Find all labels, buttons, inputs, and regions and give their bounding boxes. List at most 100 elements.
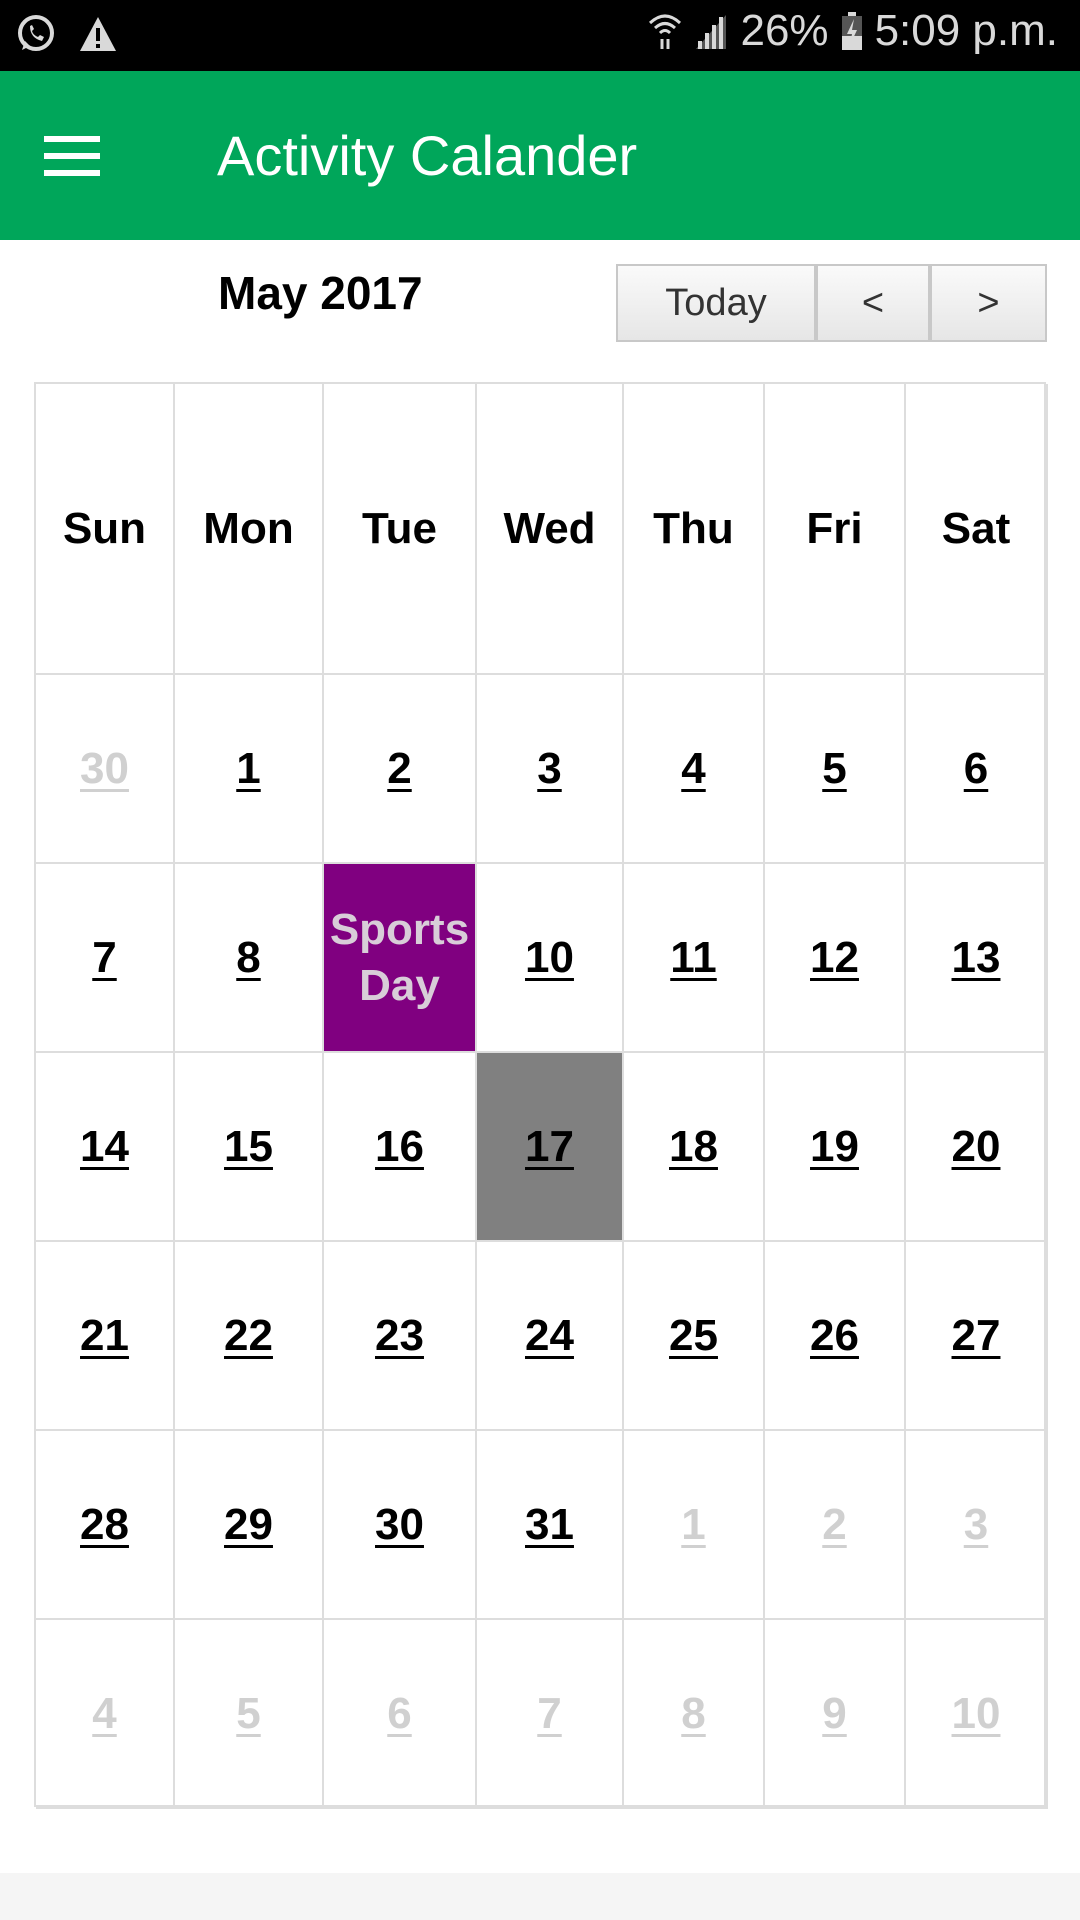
day-cell[interactable]: 7 (36, 864, 175, 1053)
day-number-link[interactable]: 28 (80, 1500, 129, 1550)
day-number-link[interactable]: 6 (964, 744, 988, 794)
clock: 5:09 p.m. (874, 6, 1058, 55)
day-cell[interactable]: 30 (324, 1431, 477, 1620)
day-number-link[interactable]: 11 (670, 933, 717, 983)
day-number-link[interactable]: 31 (525, 1500, 574, 1550)
day-number-link[interactable]: 3 (964, 1500, 988, 1550)
day-number-link[interactable]: 21 (80, 1311, 129, 1361)
warning-icon (80, 17, 116, 51)
day-number-link[interactable]: 3 (537, 744, 561, 794)
status-bar: 26% 5:09 p.m. (0, 0, 1080, 71)
day-cell[interactable]: 29 (175, 1431, 324, 1620)
prev-month-button[interactable]: < (816, 264, 930, 342)
day-number-link[interactable]: 16 (375, 1122, 424, 1172)
day-number-link[interactable]: 5 (822, 744, 846, 794)
weekday-header: Fri (765, 384, 906, 675)
day-number-link[interactable]: 22 (224, 1311, 273, 1361)
battery-charging-icon (841, 12, 862, 50)
day-number-link[interactable]: 27 (952, 1311, 1001, 1361)
day-cell[interactable]: 24 (477, 1242, 624, 1431)
day-number-link[interactable]: 20 (952, 1122, 1001, 1172)
day-cell[interactable]: 23 (324, 1242, 477, 1431)
day-cell[interactable]: 13 (906, 864, 1048, 1053)
day-cell[interactable]: 20 (906, 1053, 1048, 1242)
day-cell[interactable]: 19 (765, 1053, 906, 1242)
day-cell[interactable]: 30 (36, 675, 175, 864)
day-number-link[interactable]: 4 (681, 744, 705, 794)
day-cell[interactable]: 21 (36, 1242, 175, 1431)
day-number-link[interactable]: 4 (92, 1689, 116, 1739)
day-cell[interactable]: 11 (624, 864, 765, 1053)
day-cell[interactable]: 9 (765, 1620, 906, 1809)
day-number-link[interactable]: 8 (236, 933, 260, 983)
day-cell[interactable]: 12 (765, 864, 906, 1053)
hamburger-menu-icon[interactable] (44, 136, 100, 176)
next-month-button[interactable]: > (930, 264, 1047, 342)
day-number-link[interactable]: 7 (537, 1689, 561, 1739)
day-cell[interactable]: 8 (175, 864, 324, 1053)
day-cell[interactable]: 6 (906, 675, 1048, 864)
day-cell[interactable]: 14 (36, 1053, 175, 1242)
day-cell[interactable]: 26 (765, 1242, 906, 1431)
day-number-link[interactable]: 7 (92, 933, 116, 983)
event-cell[interactable]: Sports Day (324, 864, 477, 1053)
day-number-link[interactable]: 13 (952, 933, 1001, 983)
day-cell[interactable]: 22 (175, 1242, 324, 1431)
day-cell[interactable]: 8 (624, 1620, 765, 1809)
day-cell[interactable]: 3 (906, 1431, 1048, 1620)
app-bar: Activity Calander (0, 71, 1080, 240)
today-button[interactable]: Today (616, 264, 816, 342)
day-number-link[interactable]: 9 (822, 1689, 846, 1739)
day-number-link[interactable]: 8 (681, 1689, 705, 1739)
app-title: Activity Calander (217, 124, 638, 187)
day-cell[interactable]: 27 (906, 1242, 1048, 1431)
today-cell[interactable]: 17 (477, 1053, 624, 1242)
day-number-link[interactable]: 1 (681, 1500, 705, 1550)
day-number-link[interactable]: 5 (236, 1689, 260, 1739)
day-number-link[interactable]: 17 (525, 1122, 574, 1172)
day-cell[interactable]: 5 (765, 675, 906, 864)
day-number-link[interactable]: 1 (236, 744, 260, 794)
day-cell[interactable]: 10 (906, 1620, 1048, 1809)
day-cell[interactable]: 2 (765, 1431, 906, 1620)
day-number-link[interactable]: 26 (810, 1311, 859, 1361)
day-number-link[interactable]: 14 (80, 1122, 129, 1172)
day-cell[interactable]: 7 (477, 1620, 624, 1809)
day-number-link[interactable]: 10 (952, 1689, 1001, 1739)
day-cell[interactable]: 4 (624, 675, 765, 864)
day-cell[interactable]: 31 (477, 1431, 624, 1620)
weekday-header: Mon (175, 384, 324, 675)
day-cell[interactable]: 1 (175, 675, 324, 864)
day-cell[interactable]: 16 (324, 1053, 477, 1242)
event-label[interactable]: Sports Day (324, 902, 475, 1014)
signal-icon (696, 15, 727, 49)
day-cell[interactable]: 1 (624, 1431, 765, 1620)
day-cell[interactable]: 4 (36, 1620, 175, 1809)
day-number-link[interactable]: 23 (375, 1311, 424, 1361)
day-cell[interactable]: 15 (175, 1053, 324, 1242)
wifi-icon (649, 14, 682, 49)
day-number-link[interactable]: 24 (525, 1311, 574, 1361)
day-cell[interactable]: 5 (175, 1620, 324, 1809)
day-cell[interactable]: 28 (36, 1431, 175, 1620)
day-cell[interactable]: 2 (324, 675, 477, 864)
day-number-link[interactable]: 12 (810, 933, 859, 983)
day-number-link[interactable]: 30 (80, 744, 129, 794)
whatsapp-icon (18, 15, 54, 51)
day-cell[interactable]: 10 (477, 864, 624, 1053)
day-number-link[interactable]: 30 (375, 1500, 424, 1550)
day-cell[interactable]: 3 (477, 675, 624, 864)
day-number-link[interactable]: 2 (822, 1500, 846, 1550)
day-number-link[interactable]: 19 (810, 1122, 859, 1172)
day-number-link[interactable]: 25 (669, 1311, 718, 1361)
day-cell[interactable]: 6 (324, 1620, 477, 1809)
day-number-link[interactable]: 15 (224, 1122, 273, 1172)
day-number-link[interactable]: 29 (224, 1500, 273, 1550)
calendar-grid: Sun Mon Tue Wed Thu Fri Sat 30 1 2 3 4 5 6 7 8 Sports Da… (34, 382, 1048, 1809)
day-cell[interactable]: 18 (624, 1053, 765, 1242)
day-cell[interactable]: 25 (624, 1242, 765, 1431)
day-number-link[interactable]: 6 (387, 1689, 411, 1739)
day-number-link[interactable]: 2 (387, 744, 411, 794)
day-number-link[interactable]: 10 (525, 933, 574, 983)
day-number-link[interactable]: 18 (669, 1122, 718, 1172)
